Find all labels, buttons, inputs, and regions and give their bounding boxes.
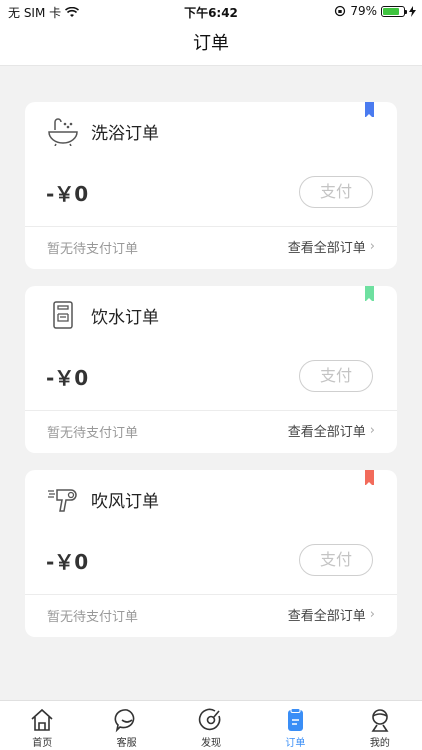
hair-dryer-icon [48,489,77,512]
pay-button[interactable]: 支付 [299,544,373,576]
view-all-label: 查看全部订单 [287,241,366,256]
tab-home[interactable]: 首页 [0,701,84,750]
pending-status-text: 暂无待支付订单 [47,426,139,441]
tab-service[interactable]: 客服 [84,701,168,750]
tab-bar: 首页 客服 发现 订单 我的 [0,700,422,750]
tab-label: 客服 [116,738,137,749]
view-all-orders-link[interactable]: 查看全部订单 › [288,237,375,256]
bath-order-card: 洗浴订单 -￥0 支付 暂无待支付订单 查看全部订单 › [25,102,397,269]
view-all-orders-link[interactable]: 查看全部订单 › [288,605,375,624]
amount-value: -￥0 [46,182,89,206]
card-title: 吹风订单 [91,492,159,512]
pending-status-text: 暂无待支付订单 [47,610,139,625]
charging-icon [409,5,416,17]
order-icon [288,708,304,731]
view-all-label: 查看全部订单 [287,609,366,624]
chevron-right-icon: › [369,607,375,622]
page-title: 订单 [193,33,229,54]
view-all-label: 查看全部订单 [287,425,366,440]
pending-status-text: 暂无待支付订单 [47,242,139,257]
view-all-orders-link[interactable]: 查看全部订单 › [288,421,375,440]
tab-discover[interactable]: 发现 [169,701,253,750]
nav-bar: 订单 [0,22,422,66]
battery-percent: 79% [350,4,377,18]
pay-button[interactable]: 支付 [299,176,373,208]
tab-profile[interactable]: 我的 [338,701,422,750]
home-icon [31,708,53,731]
tab-label: 订单 [285,738,306,749]
discover-icon [198,708,221,731]
bookmark-ribbon [365,102,374,118]
divider [25,410,397,411]
tab-label: 首页 [32,738,53,749]
water-order-card: 饮水订单 -￥0 支付 暂无待支付订单 查看全部订单 › [25,286,397,453]
card-title: 洗浴订单 [91,124,159,144]
chat-icon [114,709,134,733]
water-dispenser-icon [53,301,73,329]
tab-label: 我的 [369,738,390,749]
orientation-lock-icon [335,5,346,17]
tab-orders[interactable]: 订单 [253,701,337,750]
card-title: 饮水订单 [91,308,159,328]
tab-label: 发现 [201,738,222,749]
amount-value: -￥0 [46,550,89,574]
chevron-right-icon: › [369,423,375,438]
battery-icon [381,5,407,17]
bath-icon [48,118,78,146]
bookmark-ribbon [365,470,374,486]
profile-icon [371,709,389,732]
pay-button[interactable]: 支付 [299,360,373,392]
bookmark-ribbon [365,286,374,302]
divider [25,226,397,227]
status-bar: 无 SIM 卡 下午6:42 79% [0,0,422,22]
divider [25,594,397,595]
chevron-right-icon: › [369,239,375,254]
amount-value: -￥0 [46,366,89,390]
hair-dryer-order-card: 吹风订单 -￥0 支付 暂无待支付订单 查看全部订单 › [25,470,397,637]
